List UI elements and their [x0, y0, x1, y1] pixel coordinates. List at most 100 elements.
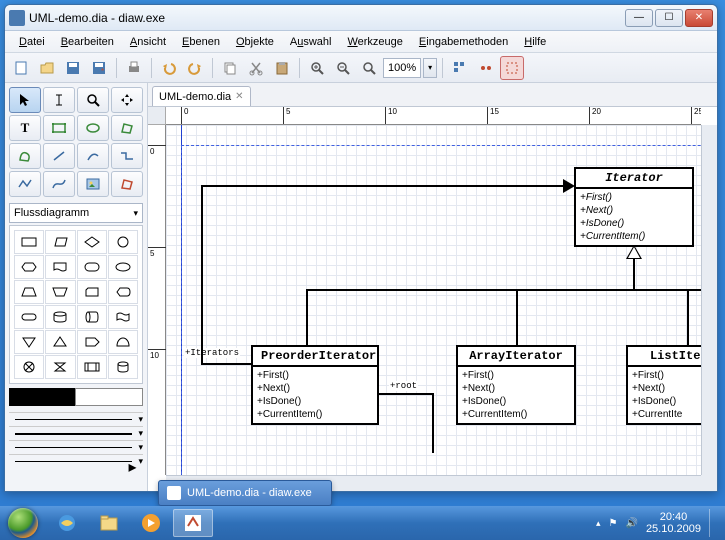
- shape-card[interactable]: [77, 280, 107, 304]
- line-width-thin[interactable]: ▾: [9, 412, 143, 426]
- menu-bearbeiten[interactable]: Bearbeiten: [53, 34, 122, 50]
- shape-hexagon[interactable]: [14, 255, 44, 279]
- taskbar-explorer[interactable]: [89, 509, 129, 537]
- tool-zigzag[interactable]: [111, 143, 143, 169]
- shape-cylinder[interactable]: [45, 305, 75, 329]
- color-swatches[interactable]: [9, 388, 143, 406]
- shape-document[interactable]: [45, 255, 75, 279]
- ruler-vertical[interactable]: 0 5 10: [148, 125, 166, 475]
- menu-ansicht[interactable]: Ansicht: [122, 34, 174, 50]
- shape-category-dropdown[interactable]: Flussdiagramm ▾: [9, 203, 143, 223]
- connector[interactable]: [201, 185, 203, 345]
- close-button[interactable]: ✕: [685, 9, 713, 27]
- shape-stadium[interactable]: [14, 305, 44, 329]
- tool-text-caret[interactable]: [43, 87, 75, 113]
- tool-outline[interactable]: [111, 171, 143, 197]
- taskbar[interactable]: ▴ ⚑ 🔊 20:40 25.10.2009: [0, 506, 725, 540]
- tool-ellipse[interactable]: [77, 115, 109, 141]
- copy-button[interactable]: [218, 56, 242, 80]
- cut-button[interactable]: [244, 56, 268, 80]
- system-tray[interactable]: ▴ ⚑ 🔊 20:40 25.10.2009: [588, 509, 725, 537]
- menu-auswahl[interactable]: Auswahl: [282, 34, 340, 50]
- menu-datei[interactable]: Datei: [11, 34, 53, 50]
- snap-object-button[interactable]: [474, 56, 498, 80]
- uml-class-preorder[interactable]: PreorderIterator +First() +Next() +IsDon…: [251, 345, 379, 425]
- uml-class-list[interactable]: ListIterat +First() +Next() +IsDone() +C…: [626, 345, 701, 425]
- menu-objekte[interactable]: Objekte: [228, 34, 282, 50]
- scrollbar-vertical[interactable]: [701, 125, 717, 475]
- shape-triangle-up[interactable]: [45, 330, 75, 354]
- paste-button[interactable]: [270, 56, 294, 80]
- zoom-dropdown[interactable]: ▾: [423, 58, 437, 78]
- connector[interactable]: [306, 289, 308, 345]
- zoom-in-button[interactable]: [305, 56, 329, 80]
- titlebar[interactable]: UML-demo.dia - diaw.exe — ☐ ✕: [5, 5, 717, 31]
- connector[interactable]: [687, 289, 689, 345]
- bg-swatch[interactable]: [75, 388, 143, 406]
- association-label[interactable]: +root: [389, 381, 418, 391]
- tool-arc[interactable]: [77, 143, 109, 169]
- show-desktop-button[interactable]: [709, 509, 717, 537]
- connector[interactable]: [516, 289, 518, 345]
- association-label[interactable]: +Iterators: [184, 348, 240, 358]
- new-file-button[interactable]: [9, 56, 33, 80]
- menu-werkzeuge[interactable]: Werkzeuge: [339, 34, 410, 50]
- zoom-out-button[interactable]: [331, 56, 355, 80]
- line-arrow-end[interactable]: ▸▾: [9, 454, 143, 468]
- shape-tape[interactable]: [108, 305, 138, 329]
- connector[interactable]: [633, 259, 635, 289]
- save-button[interactable]: [61, 56, 85, 80]
- save-as-button[interactable]: *: [87, 56, 111, 80]
- print-button[interactable]: [122, 56, 146, 80]
- shape-trapezoid[interactable]: [14, 280, 44, 304]
- tool-pointer[interactable]: [9, 87, 41, 113]
- shape-cylinder2[interactable]: [108, 355, 138, 379]
- taskbar-preview[interactable]: UML-demo.dia - diaw.exe: [158, 480, 332, 506]
- shape-rounded[interactable]: [77, 255, 107, 279]
- shape-diamond[interactable]: [77, 230, 107, 254]
- shape-trapezoid2[interactable]: [45, 280, 75, 304]
- tray-show-hidden-icon[interactable]: ▴: [596, 518, 601, 529]
- tool-scroll[interactable]: [111, 87, 143, 113]
- tool-image[interactable]: [77, 171, 109, 197]
- uml-class-array[interactable]: ArrayIterator +First() +Next() +IsDone()…: [456, 345, 576, 425]
- fg-swatch[interactable]: [9, 388, 75, 406]
- tool-line[interactable]: [43, 143, 75, 169]
- undo-button[interactable]: [157, 56, 181, 80]
- document-tab[interactable]: UML-demo.dia ✕: [152, 86, 251, 106]
- zoom-value[interactable]: 100%: [383, 58, 421, 78]
- tool-text[interactable]: T: [9, 115, 41, 141]
- shape-pentagon-right[interactable]: [77, 330, 107, 354]
- menu-hilfe[interactable]: Hilfe: [516, 34, 554, 50]
- shape-rect[interactable]: [14, 230, 44, 254]
- redo-button[interactable]: [183, 56, 207, 80]
- menu-ebenen[interactable]: Ebenen: [174, 34, 228, 50]
- connector[interactable]: [379, 393, 434, 395]
- tool-magnify[interactable]: [77, 87, 109, 113]
- connector[interactable]: [201, 345, 203, 365]
- shape-rect-divided[interactable]: [77, 355, 107, 379]
- select-area-button[interactable]: [500, 56, 524, 80]
- tool-polyline[interactable]: [9, 171, 41, 197]
- line-solid[interactable]: ▾: [9, 426, 143, 440]
- canvas[interactable]: Iterator +First() +Next() +IsDone() +Cur…: [166, 125, 701, 475]
- tool-bezier-line[interactable]: [43, 171, 75, 197]
- minimize-button[interactable]: —: [625, 9, 653, 27]
- zoom-fit-button[interactable]: [357, 56, 381, 80]
- shape-display[interactable]: [108, 280, 138, 304]
- tray-volume-icon[interactable]: 🔊: [625, 518, 637, 529]
- menu-eingabemethoden[interactable]: Eingabemethoden: [411, 34, 516, 50]
- tool-bezier-shape[interactable]: [9, 143, 41, 169]
- maximize-button[interactable]: ☐: [655, 9, 683, 27]
- shape-triangle-down[interactable]: [14, 330, 44, 354]
- connector[interactable]: [201, 185, 571, 187]
- taskbar-ie[interactable]: [47, 509, 87, 537]
- shape-parallelogram[interactable]: [45, 230, 75, 254]
- connector[interactable]: [432, 393, 434, 453]
- start-button[interactable]: [0, 506, 46, 540]
- shape-hourglass[interactable]: [45, 355, 75, 379]
- ruler-horizontal[interactable]: 0 5 10 15 20 25: [166, 107, 701, 125]
- tool-polygon[interactable]: [111, 115, 143, 141]
- connector[interactable]: [306, 289, 701, 291]
- uml-class-iterator[interactable]: Iterator +First() +Next() +IsDone() +Cur…: [574, 167, 694, 247]
